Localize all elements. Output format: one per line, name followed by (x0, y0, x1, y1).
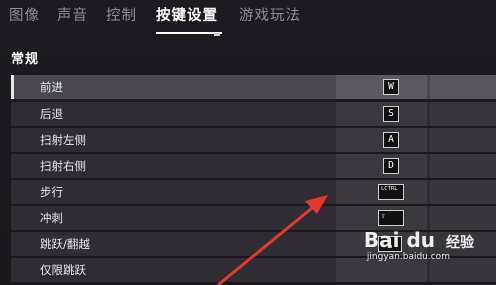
brand-cn-text: 经验 (446, 234, 474, 251)
baidu-logo: Bai du 经验 (364, 228, 474, 252)
watermark: Bai du 经验 jingyan.baidu.com (364, 228, 474, 262)
watermark-url: jingyan.baidu.com (366, 252, 450, 262)
brand-text: Bai du (363, 228, 436, 252)
